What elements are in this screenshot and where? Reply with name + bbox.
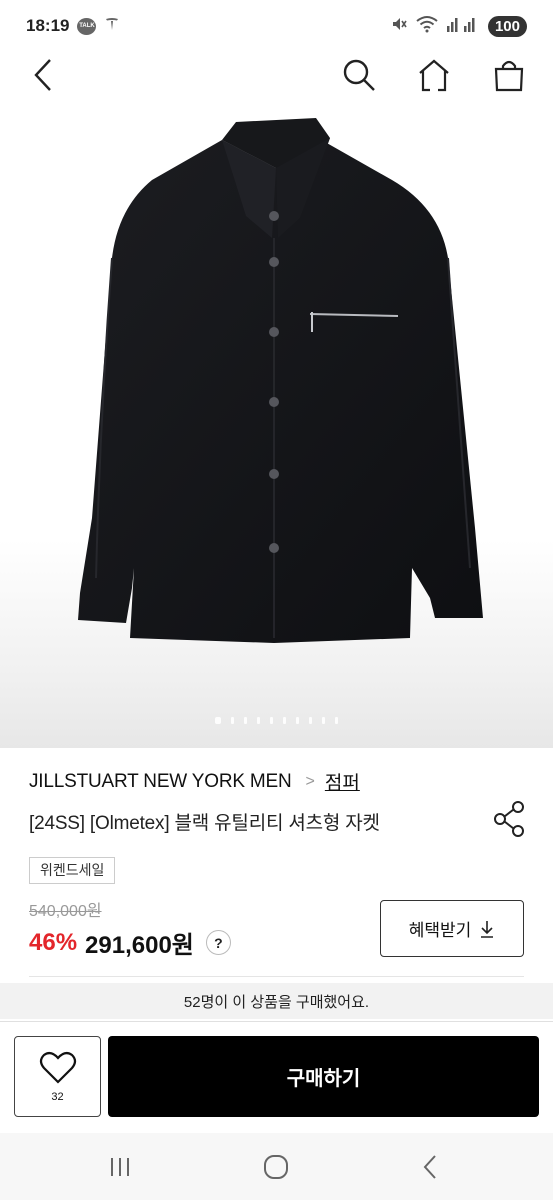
carousel-dot xyxy=(283,717,286,724)
divider xyxy=(29,976,524,977)
product-image-carousel[interactable] xyxy=(0,98,553,748)
signal-icon xyxy=(446,16,480,37)
sale-price: 291,600원 xyxy=(85,932,194,959)
purchase-bar: 32 구매하기 xyxy=(0,1021,553,1133)
like-count: 32 xyxy=(51,1090,64,1103)
home-nav-button[interactable] xyxy=(256,1150,296,1184)
home-icon xyxy=(419,59,449,92)
back-arrow-icon xyxy=(423,1155,436,1179)
home-button[interactable] xyxy=(415,56,453,94)
system-navigation-bar xyxy=(0,1133,553,1200)
mute-icon xyxy=(390,15,408,38)
carousel-dot xyxy=(335,717,338,724)
benefit-button[interactable]: 혜택받기 xyxy=(380,900,524,957)
breadcrumb: JILLSTUART NEW YORK MEN > 점퍼 xyxy=(29,768,360,795)
category-link[interactable]: 점퍼 xyxy=(325,768,360,795)
share-icon xyxy=(494,801,524,837)
search-button[interactable] xyxy=(340,56,378,94)
product-title: [24SS] [Olmetex] 블랙 유틸리티 셔츠형 자켓 xyxy=(29,813,380,834)
discount-rate: 46% xyxy=(29,928,78,956)
carousel-dot xyxy=(296,717,299,724)
price-help-icon[interactable]: ? xyxy=(205,930,231,955)
shopping-bag-icon xyxy=(494,60,524,92)
like-button[interactable]: 32 xyxy=(14,1036,101,1117)
download-icon xyxy=(481,920,494,938)
kakaotalk-notification-icon: TALK xyxy=(77,17,97,35)
back-nav-button[interactable] xyxy=(410,1150,450,1184)
benefit-button-label: 혜택받기 xyxy=(408,921,472,940)
heart-icon xyxy=(39,1051,76,1084)
battery-indicator: 100 xyxy=(487,15,527,37)
carousel-dot xyxy=(244,717,247,724)
home-circle-icon xyxy=(264,1155,288,1179)
breadcrumb-separator: > xyxy=(305,772,315,790)
chevron-left-icon xyxy=(34,59,51,91)
carousel-dot xyxy=(231,717,234,724)
product-image xyxy=(78,118,483,643)
carousel-dot xyxy=(270,717,273,724)
search-icon xyxy=(343,59,375,91)
recent-apps-icon xyxy=(111,1158,129,1176)
carousel-dot xyxy=(215,717,221,724)
buy-button[interactable]: 구매하기 xyxy=(108,1036,539,1117)
carousel-indicator xyxy=(0,717,553,724)
carousel-dot xyxy=(322,717,325,724)
status-bar: 18:19 TALK 100 xyxy=(0,0,553,52)
app-bar xyxy=(0,52,553,98)
original-price: 540,000원 xyxy=(29,903,102,920)
shopping-bag-button[interactable] xyxy=(490,56,528,94)
purchase-count-notice: 52명이 이 상품을 구매했어요. xyxy=(0,983,553,1019)
back-button[interactable] xyxy=(24,56,62,94)
status-time: 18:19 xyxy=(26,16,70,35)
sale-tag: 위켄드세일 xyxy=(29,857,116,884)
wifi-icon xyxy=(416,15,438,38)
tesla-notification-icon xyxy=(104,16,120,37)
price-row: 46% 291,600원 ? xyxy=(29,925,231,960)
recent-apps-button[interactable] xyxy=(100,1150,140,1184)
brand-link[interactable]: JILLSTUART NEW YORK MEN xyxy=(29,771,292,793)
share-button[interactable] xyxy=(493,800,527,838)
carousel-dot xyxy=(309,717,312,724)
carousel-dot xyxy=(257,717,260,724)
